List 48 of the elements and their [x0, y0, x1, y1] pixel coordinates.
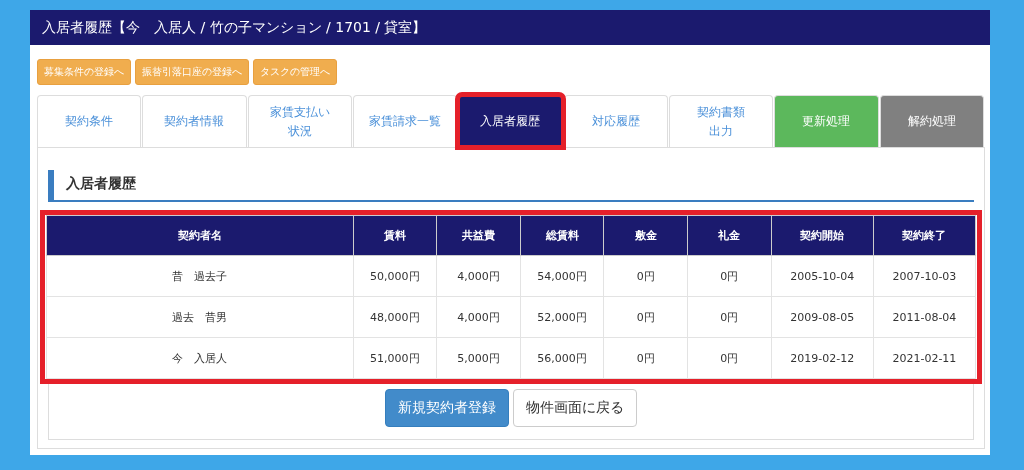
tab[interactable]: 家賃請求一覧: [353, 95, 458, 147]
action-button[interactable]: タスクの管理へ: [253, 59, 337, 85]
column-header: 契約者名: [46, 215, 354, 256]
table-cell: 昔 過去子: [46, 255, 354, 297]
table-cell: 2011-08-04: [873, 296, 976, 338]
table-cell: 4,000円: [436, 296, 521, 338]
column-header: 契約終了: [873, 215, 976, 256]
action-button[interactable]: 振替引落口座の登録へ: [135, 59, 249, 85]
table-cell: 0円: [687, 337, 772, 379]
table-cell: 今 入居人: [46, 337, 354, 379]
tab[interactable]: 契約書類出力: [668, 95, 774, 147]
footer-button[interactable]: 新規契約者登録: [385, 389, 509, 427]
tab[interactable]: 契約者情報: [142, 95, 247, 147]
footer-button[interactable]: 物件画面に戻る: [513, 389, 637, 427]
action-button[interactable]: 募集条件の登録へ: [37, 59, 131, 85]
tab[interactable]: 入居者履歴: [458, 95, 563, 147]
table-cell: 0円: [603, 337, 688, 379]
tab[interactable]: 家賃支払い状況: [247, 95, 352, 147]
column-header: 共益費: [436, 215, 521, 256]
tab[interactable]: 対応履歴: [563, 95, 668, 147]
table-cell: 2005-10-04: [771, 255, 874, 297]
table-cell: 56,000円: [520, 337, 604, 379]
column-header: 敷金: [603, 215, 688, 256]
table-cell: 2021-02-11: [873, 337, 976, 379]
table-cell: 0円: [603, 255, 688, 297]
tab[interactable]: 解約処理: [879, 95, 984, 147]
table-cell: 0円: [603, 296, 688, 338]
table-cell: 2007-10-03: [873, 255, 976, 297]
column-header: 礼金: [687, 215, 772, 256]
tab[interactable]: 契約条件: [37, 95, 142, 147]
column-header: 総賃料: [520, 215, 604, 256]
table-cell: 54,000円: [520, 255, 604, 297]
table-cell: 2009-08-05: [771, 296, 874, 338]
table-cell: 4,000円: [436, 255, 521, 297]
table-cell: 0円: [687, 296, 772, 338]
table-cell: 5,000円: [436, 337, 521, 379]
tab[interactable]: 更新処理: [774, 95, 879, 147]
table-cell: 48,000円: [353, 296, 437, 338]
table-cell: 51,000円: [353, 337, 437, 379]
table-cell: 52,000円: [520, 296, 604, 338]
column-header: 賃料: [353, 215, 437, 256]
page-title: 入居者履歴【今 入居人 / 竹の子マンション / 1701 / 貸室】: [30, 10, 990, 45]
table-cell: 50,000円: [353, 255, 437, 297]
table-cell: 0円: [687, 255, 772, 297]
column-header: 契約開始: [771, 215, 874, 256]
table-cell: 過去 昔男: [46, 296, 354, 338]
section-title: 入居者履歴: [48, 170, 974, 202]
table-cell: 2019-02-12: [771, 337, 874, 379]
